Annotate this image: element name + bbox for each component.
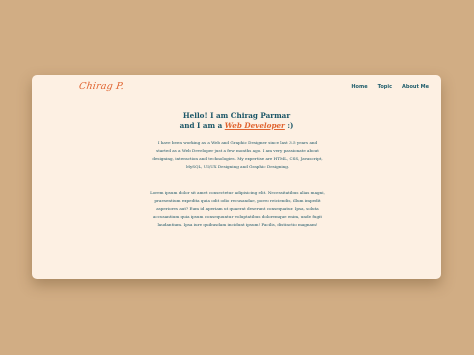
nav-item-home[interactable]: Home xyxy=(351,84,367,90)
hero-smiley: :) xyxy=(287,120,294,130)
hero-role-prefix: and I am a xyxy=(179,120,223,130)
brand-logo[interactable]: Chirag P. xyxy=(78,81,125,92)
hero-role: Web Developer xyxy=(224,120,285,130)
lorem-paragraph: Lorem ipsum dolor sit amet consectetur a… xyxy=(150,190,325,228)
hero-heading: Hello! I am Chirag Parmar and I am a Web… xyxy=(32,111,441,130)
portfolio-card: Chirag P. Home Topic About Me Hello! I a… xyxy=(32,75,441,279)
hero-greeting: Hello! I am Chirag Parmar xyxy=(182,111,291,120)
nav-item-about-me[interactable]: About Me xyxy=(402,84,429,90)
nav-item-topic[interactable]: Topic xyxy=(378,84,392,90)
intro-paragraph: I have been working as a Web and Graphic… xyxy=(152,140,323,170)
main-nav: Home Topic About Me xyxy=(351,84,429,90)
hero-role-line: and I am a Web Developer :) xyxy=(32,121,441,131)
